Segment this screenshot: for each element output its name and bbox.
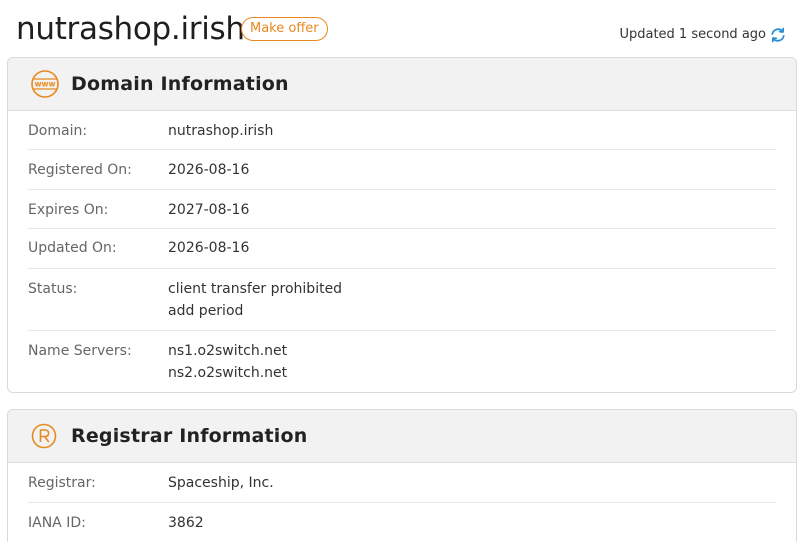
domain-information-title: Domain Information <box>71 73 289 95</box>
name-server-item: ns1.o2switch.net <box>168 343 288 359</box>
refresh-icon[interactable] <box>770 27 786 43</box>
registrar-information-card: Registrar Information Registrar: Spacesh… <box>7 409 797 542</box>
label-iana-id: IANA ID: <box>28 515 86 531</box>
www-globe-icon: www <box>31 70 59 98</box>
make-offer-button[interactable]: Make offer <box>241 17 328 41</box>
value-iana-id: 3862 <box>168 515 204 531</box>
label-registered-on: Registered On: <box>28 162 132 178</box>
value-registered-on: 2026-08-16 <box>168 162 250 178</box>
value-updated-on: 2026-08-16 <box>168 240 250 256</box>
label-status: Status: <box>28 281 78 297</box>
domain-title: nutrashop.irish <box>16 11 245 47</box>
domain-information-card: www Domain Information Domain: nutrashop… <box>7 57 797 393</box>
registered-icon <box>31 423 57 449</box>
registrar-information-title: Registrar Information <box>71 425 308 447</box>
label-registrar: Registrar: <box>28 475 96 491</box>
name-server-item: ns2.o2switch.net <box>168 365 288 381</box>
label-updated-on: Updated On: <box>28 240 117 256</box>
status-item: add period <box>168 303 244 319</box>
row-updated-on: Updated On: 2026-08-16 <box>28 229 776 269</box>
domain-information-rows: Domain: nutrashop.irish Registered On: 2… <box>8 111 796 392</box>
row-iana-id: IANA ID: 3862 <box>28 503 776 542</box>
value-registrar: Spaceship, Inc. <box>168 475 274 491</box>
row-status: Status: client transfer prohibited add p… <box>28 269 776 331</box>
updated-text: Updated 1 second ago <box>619 27 766 42</box>
value-status: client transfer prohibited add period <box>168 278 342 330</box>
row-expires-on: Expires On: 2027-08-16 <box>28 190 776 229</box>
status-item: client transfer prohibited <box>168 281 343 297</box>
label-expires-on: Expires On: <box>28 202 109 218</box>
value-name-servers: ns1.o2switch.net ns2.o2switch.net <box>168 340 288 392</box>
row-registrar: Registrar: Spaceship, Inc. <box>28 463 776 503</box>
registrar-information-header: Registrar Information <box>8 410 796 463</box>
updated-status: Updated 1 second ago <box>619 25 786 45</box>
page-header: nutrashop.irish Make offer Updated 1 sec… <box>0 0 804 56</box>
label-name-servers: Name Servers: <box>28 343 132 359</box>
svg-text:www: www <box>35 80 56 89</box>
row-name-servers: Name Servers: ns1.o2switch.net ns2.o2swi… <box>28 331 776 392</box>
registrar-information-rows: Registrar: Spaceship, Inc. IANA ID: 3862 <box>8 463 796 542</box>
whois-page: nutrashop.irish Make offer Updated 1 sec… <box>0 0 804 542</box>
value-expires-on: 2027-08-16 <box>168 202 250 218</box>
value-domain: nutrashop.irish <box>168 123 274 139</box>
domain-information-header: www Domain Information <box>8 58 796 111</box>
label-domain: Domain: <box>28 123 88 139</box>
row-registered-on: Registered On: 2026-08-16 <box>28 150 776 190</box>
row-domain: Domain: nutrashop.irish <box>28 111 776 150</box>
